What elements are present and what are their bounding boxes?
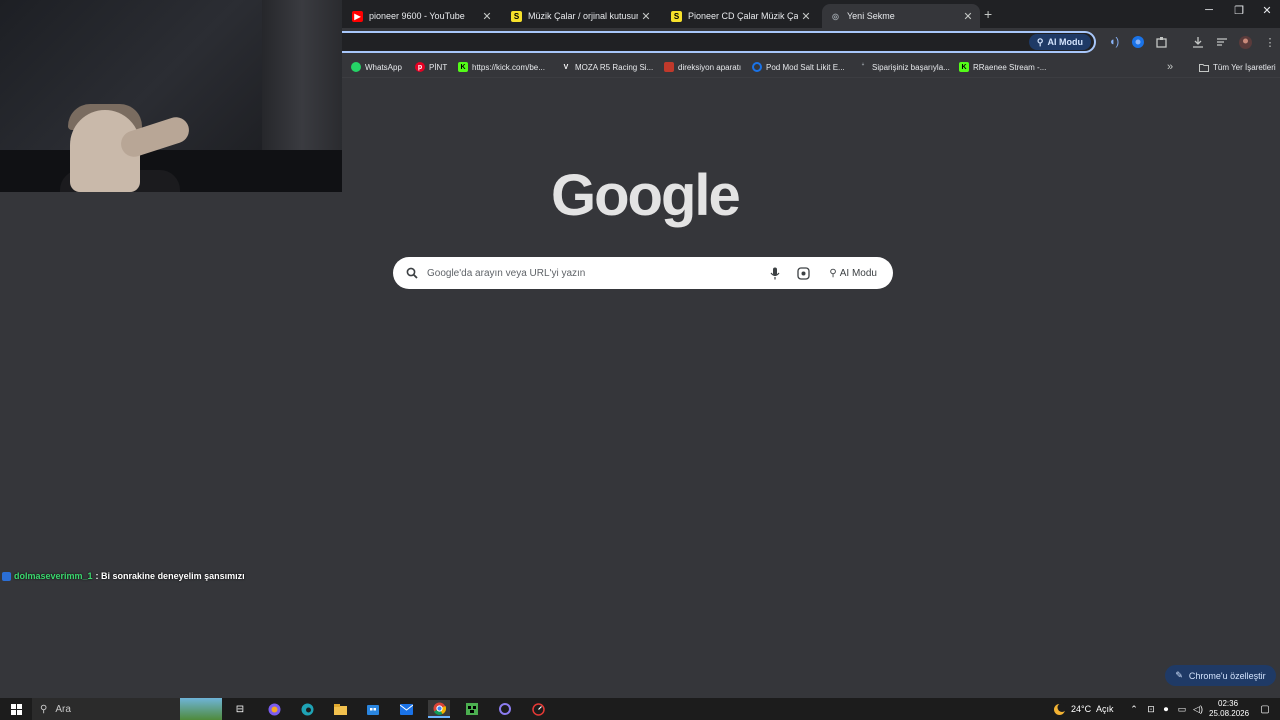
bookmark-rraenee[interactable]: K RRaenee Stream -...	[959, 60, 1046, 74]
google-logo: Google	[551, 163, 741, 228]
taskbar-search[interactable]: ⚲ Ara	[32, 698, 222, 720]
weather-temperature[interactable]: 24°C	[1071, 704, 1091, 714]
mail-icon[interactable]	[395, 700, 417, 718]
tab-close-icon[interactable]: ✕	[638, 10, 654, 23]
lens-search-icon[interactable]	[793, 263, 813, 283]
refresh-site-icon	[752, 62, 762, 72]
search-box[interactable]: ⚲ AI Modu	[393, 257, 893, 289]
tab-yeni-sekme[interactable]: ◎ Yeni Sekme ✕	[822, 4, 980, 28]
webcam-overlay	[0, 0, 342, 192]
copilot-icon[interactable]	[263, 700, 285, 718]
search-input[interactable]	[427, 267, 762, 279]
restore-button[interactable]: ❐	[1224, 4, 1254, 24]
chat-text: : Bi sonrakine deneyelim şansımızı	[95, 571, 245, 581]
sparkle-search-icon: ⚲	[829, 267, 837, 279]
chrome-taskbar-icon[interactable]	[428, 700, 450, 718]
customize-label: Chrome'u özelleştir	[1188, 670, 1266, 681]
tab-close-icon[interactable]: ✕	[479, 10, 495, 23]
tab-close-icon[interactable]: ✕	[960, 10, 976, 23]
weather-description[interactable]: Açık	[1096, 704, 1114, 714]
sparkle-search-icon: ⚲	[1036, 36, 1044, 47]
clock-date[interactable]: 25.08.2026	[1209, 709, 1249, 718]
bookmark-label: RRaenee Stream -...	[973, 62, 1047, 72]
menu-kebab-icon[interactable]: ⋮	[1262, 34, 1278, 50]
tab-youtube[interactable]: ▶ pioneer 9600 - YouTube ✕	[344, 4, 499, 28]
tab-label: Müzik Çalar / orjinal kutusunda	[528, 11, 638, 21]
minecraft-icon[interactable]	[461, 700, 483, 718]
kick-icon: K	[959, 62, 969, 72]
clock-time[interactable]: 02:36	[1218, 699, 1238, 708]
new-tab-button[interactable]: +	[984, 6, 1000, 22]
microsoft-store-icon[interactable]	[362, 700, 384, 718]
address-bar[interactable]: ⚲ AI Modu	[342, 31, 1096, 53]
close-window-button[interactable]: ✕	[1252, 4, 1280, 24]
bookmark-label: Pod Mod Salt Likit E...	[766, 62, 845, 72]
bookmark-pod-mod[interactable]: Pod Mod Salt Likit E...	[752, 60, 845, 74]
chat-username: dolmaseverimm_1	[14, 571, 93, 581]
bookmark-label: WhatsApp	[365, 62, 402, 72]
chat-message: dolmaseverimm_1 : Bi sonrakine deneyelim…	[2, 571, 245, 581]
bookmark-label: Siparişiniz başarıyla...	[872, 62, 950, 72]
media-control-icon[interactable]: ◖)	[1106, 34, 1122, 50]
shop-icon	[664, 62, 674, 72]
file-explorer-icon[interactable]	[329, 700, 351, 718]
circle-app-icon[interactable]	[494, 700, 516, 718]
extension-blue-icon[interactable]	[1130, 34, 1146, 50]
speedometer-app-icon[interactable]	[527, 700, 549, 718]
bookmark-whatsapp[interactable]: WhatsApp	[351, 60, 402, 74]
search-highlight-image	[180, 698, 222, 720]
bookmark-label: PİNT	[429, 62, 448, 72]
windows-taskbar: ⚲ Ara ⊟ 24°C Açık ⌃ ⊡ ⏺ ▭ ◁) 02:36 25.08…	[0, 698, 1280, 720]
customize-chrome-button[interactable]: ✎ Chrome'u özelleştir	[1165, 665, 1276, 686]
taskbar-search-label: Ara	[55, 703, 71, 715]
bookmark-label: MOZA R5 Racing Si...	[575, 62, 654, 72]
start-windows-icon[interactable]	[5, 700, 27, 718]
chat-badge-icon	[2, 571, 11, 581]
all-bookmarks-label: Tüm Yer İşaretleri	[1213, 62, 1276, 72]
pinterest-icon: p	[415, 62, 425, 72]
tab-label: pioneer 9600 - YouTube	[369, 11, 465, 21]
tab-pioneer-cd[interactable]: S Pioneer CD Çalar Müzik Çalar O ✕	[663, 4, 818, 28]
profile-avatar[interactable]	[1237, 34, 1253, 50]
youtube-icon: ▶	[352, 10, 363, 22]
minimize-button[interactable]: ─	[1194, 4, 1224, 24]
voice-search-icon[interactable]	[765, 263, 785, 283]
bookmark-label: https://kick.com/be...	[472, 62, 545, 72]
ai-mode-label: AI Modu	[839, 267, 877, 279]
tab-label: Yeni Sekme	[847, 11, 895, 21]
search-icon	[403, 264, 421, 282]
download-icon[interactable]	[1190, 34, 1206, 50]
bookmark-moza[interactable]: V MOZA R5 Racing Si...	[561, 60, 654, 74]
moza-icon: V	[563, 63, 569, 71]
folder-icon	[1199, 62, 1209, 72]
omnibox-ai-mode-button[interactable]: ⚲ AI Modu	[1028, 34, 1091, 50]
bookmark-kick[interactable]: K https://kick.com/be...	[458, 60, 545, 74]
bookmark-direksiyon[interactable]: direksiyon aparatı	[664, 60, 741, 74]
edge-icon[interactable]	[296, 700, 318, 718]
bookmarks-overflow-button[interactable]: »	[1167, 60, 1173, 74]
notification-icon[interactable]: ▢	[1254, 700, 1276, 718]
extensions-puzzle-icon[interactable]	[1154, 34, 1170, 50]
tab-close-icon[interactable]: ✕	[798, 10, 814, 23]
task-view-icon[interactable]: ⊟	[229, 700, 251, 718]
ai-mode-button[interactable]: ⚲ AI Modu	[823, 262, 883, 284]
whatsapp-icon	[351, 62, 361, 72]
tab-label: Pioneer CD Çalar Müzik Çalar O	[688, 11, 798, 21]
bookmark-siparis[interactable]: ꜜ Siparişiniz başarıyla...	[858, 60, 950, 74]
bookmark-pint[interactable]: p PİNT	[415, 60, 447, 74]
tab-muzik-calar[interactable]: S Müzik Çalar / orjinal kutusunda ✕	[503, 4, 658, 28]
chrome-newtab-icon: ◎	[832, 11, 839, 21]
volume-icon[interactable]: ◁)	[1187, 700, 1209, 718]
order-icon: ꜜ	[861, 63, 865, 71]
reading-list-icon[interactable]	[1214, 34, 1230, 50]
s-site-icon: S	[511, 10, 522, 22]
ai-mode-label: AI Modu	[1047, 37, 1084, 47]
bookmark-label: direksiyon aparatı	[678, 62, 742, 72]
all-bookmarks-button[interactable]: Tüm Yer İşaretleri	[1199, 60, 1276, 74]
search-icon: ⚲	[40, 703, 48, 715]
weather-moon-icon[interactable]	[1048, 700, 1070, 718]
pencil-icon: ✎	[1175, 670, 1183, 680]
s-site-icon: S	[671, 10, 682, 22]
kick-icon: K	[458, 62, 468, 72]
